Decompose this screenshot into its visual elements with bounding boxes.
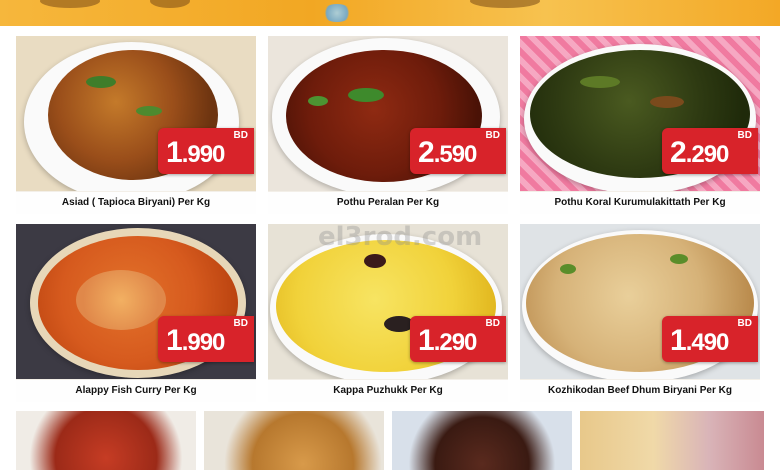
top-banner — [0, 0, 780, 26]
price-currency: BD — [485, 130, 500, 141]
product-card[interactable]: BD 1.490 Kozhikodan Beef Dhum Biryani Pe… — [520, 224, 760, 402]
price-tag: BD 1.490 — [662, 316, 758, 362]
price-tag: BD 1.290 — [410, 316, 506, 362]
price-amount: 1.490 — [670, 324, 729, 357]
banner-decoration — [470, 0, 540, 8]
price-tag: BD 2.590 — [410, 128, 506, 174]
product-card-partial[interactable] — [580, 411, 764, 470]
product-card[interactable]: BD 2.290 Pothu Koral Kurumulakittath Per… — [520, 36, 760, 214]
banner-logo-swoosh — [322, 4, 352, 22]
product-name: Alappy Fish Curry Per Kg — [16, 380, 256, 402]
price-tag: BD 1.990 — [158, 128, 254, 174]
product-name: Asiad ( Tapioca Biryani) Per Kg — [16, 192, 256, 214]
product-name: Pothu Peralan Per Kg — [268, 192, 508, 214]
product-card[interactable]: BD 2.590 Pothu Peralan Per Kg — [268, 36, 508, 214]
price-amount: 1.990 — [166, 136, 225, 169]
product-name: Kappa Puzhukk Per Kg — [268, 380, 508, 402]
price-currency: BD — [233, 130, 248, 141]
price-currency: BD — [233, 318, 248, 329]
product-name: Pothu Koral Kurumulakittath Per Kg — [520, 192, 760, 214]
banner-decoration — [150, 0, 190, 8]
product-card-partial[interactable] — [204, 411, 384, 470]
price-amount: 2.590 — [418, 136, 477, 169]
banner-decoration — [40, 0, 100, 8]
product-card-partial[interactable] — [16, 411, 196, 470]
price-tag: BD 2.290 — [662, 128, 758, 174]
product-name: Kozhikodan Beef Dhum Biryani Per Kg — [520, 380, 760, 402]
product-card[interactable]: BD 1.990 Alappy Fish Curry Per Kg — [16, 224, 256, 402]
price-currency: BD — [737, 130, 752, 141]
price-tag: BD 1.990 — [158, 316, 254, 362]
product-card[interactable]: BD 1.990 Asiad ( Tapioca Biryani) Per Kg — [16, 36, 256, 214]
price-currency: BD — [485, 318, 500, 329]
price-amount: 1.990 — [166, 324, 225, 357]
price-currency: BD — [737, 318, 752, 329]
price-amount: 2.290 — [670, 136, 729, 169]
price-amount: 1.290 — [418, 324, 477, 357]
watermark-text: el3rod.com — [318, 222, 483, 252]
product-card-partial[interactable] — [392, 411, 572, 470]
